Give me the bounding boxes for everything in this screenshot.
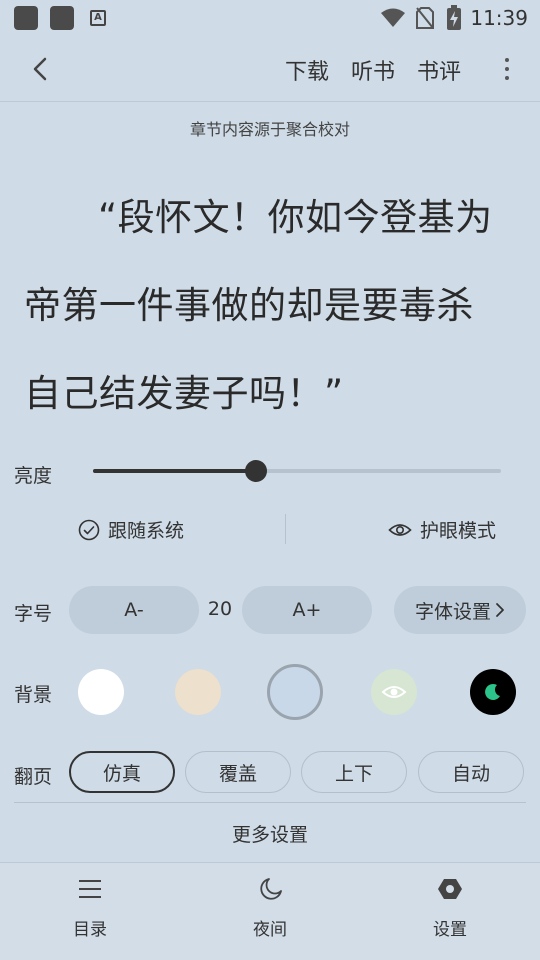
divider (14, 802, 526, 803)
turn-cover-button[interactable]: 覆盖 (185, 751, 291, 793)
nav-item-catalog[interactable]: 目录 (50, 877, 130, 940)
brightness-slider-fill (93, 469, 257, 473)
swatch-night[interactable] (470, 669, 516, 715)
swatch-beige[interactable] (175, 669, 221, 715)
moon-icon (260, 878, 282, 900)
check-circle-icon (78, 519, 100, 540)
follow-system-toggle[interactable]: 跟随系统 (78, 516, 184, 543)
review-button[interactable]: 书评 (417, 54, 461, 86)
eye-icon (381, 686, 407, 698)
battery-charging-icon (447, 5, 461, 30)
font-size-label: 字号 (14, 603, 53, 625)
clock: 11:39 (470, 6, 528, 30)
wifi-icon (381, 8, 405, 27)
nav-item-night[interactable]: 夜间 (230, 877, 310, 940)
font-settings-button[interactable]: 字体设置 (394, 586, 526, 634)
reader-line: “段怀文！你如今登基为 (98, 196, 493, 239)
chevron-right-icon (496, 603, 504, 617)
app-icon (14, 6, 38, 30)
brightness-slider-thumb[interactable] (245, 460, 268, 482)
app-icon (50, 6, 74, 30)
swatch-blue-selected[interactable] (267, 664, 323, 720)
font-decrease-button[interactable]: A- (69, 586, 199, 634)
status-bar: A 11:39 (0, 0, 540, 36)
back-button[interactable] (24, 52, 58, 86)
top-toolbar: 下载 听书 书评 (0, 36, 540, 102)
more-vertical-icon[interactable] (494, 52, 520, 86)
swatch-white[interactable] (78, 669, 124, 715)
turn-vertical-button[interactable]: 上下 (301, 751, 407, 793)
more-settings-button[interactable]: 更多设置 (0, 820, 540, 847)
brightness-label: 亮度 (14, 465, 53, 487)
list-icon (79, 880, 101, 898)
nav-item-settings[interactable]: 设置 (410, 877, 490, 940)
turn-auto-button[interactable]: 自动 (418, 751, 524, 793)
eye-care-toggle[interactable]: 护眼模式 (388, 516, 496, 543)
moon-icon (485, 683, 500, 700)
turn-simulation-button[interactable]: 仿真 (69, 751, 175, 793)
reader-line: 帝第一件事做的却是要毒杀 (24, 284, 474, 327)
source-note: 章节内容源于聚合校对 (189, 120, 350, 139)
listen-button[interactable]: 听书 (351, 54, 395, 86)
reader-text: “段怀文！你如今登基为 帝第一件事做的却是要毒杀 自己结发妻子吗！” (24, 174, 524, 438)
follow-system-label: 跟随系统 (108, 520, 185, 542)
a-icon: A (90, 10, 106, 26)
reader-line: 自己结发妻子吗！” (24, 372, 344, 415)
back-arrow-icon (33, 57, 47, 81)
no-sim-icon (416, 7, 434, 29)
font-size-value: 20 (207, 598, 233, 620)
font-increase-button[interactable]: A+ (242, 586, 372, 634)
eye-care-label: 护眼模式 (420, 520, 497, 542)
bottom-nav: 目录 夜间 设置 (0, 862, 540, 960)
settings-hexagon-icon (438, 879, 462, 899)
download-button[interactable]: 下载 (285, 54, 329, 86)
background-label: 背景 (14, 684, 53, 706)
swatch-green-eye[interactable] (371, 669, 417, 715)
eye-icon (388, 523, 412, 536)
page-turn-label: 翻页 (14, 766, 53, 788)
divider (285, 514, 286, 544)
